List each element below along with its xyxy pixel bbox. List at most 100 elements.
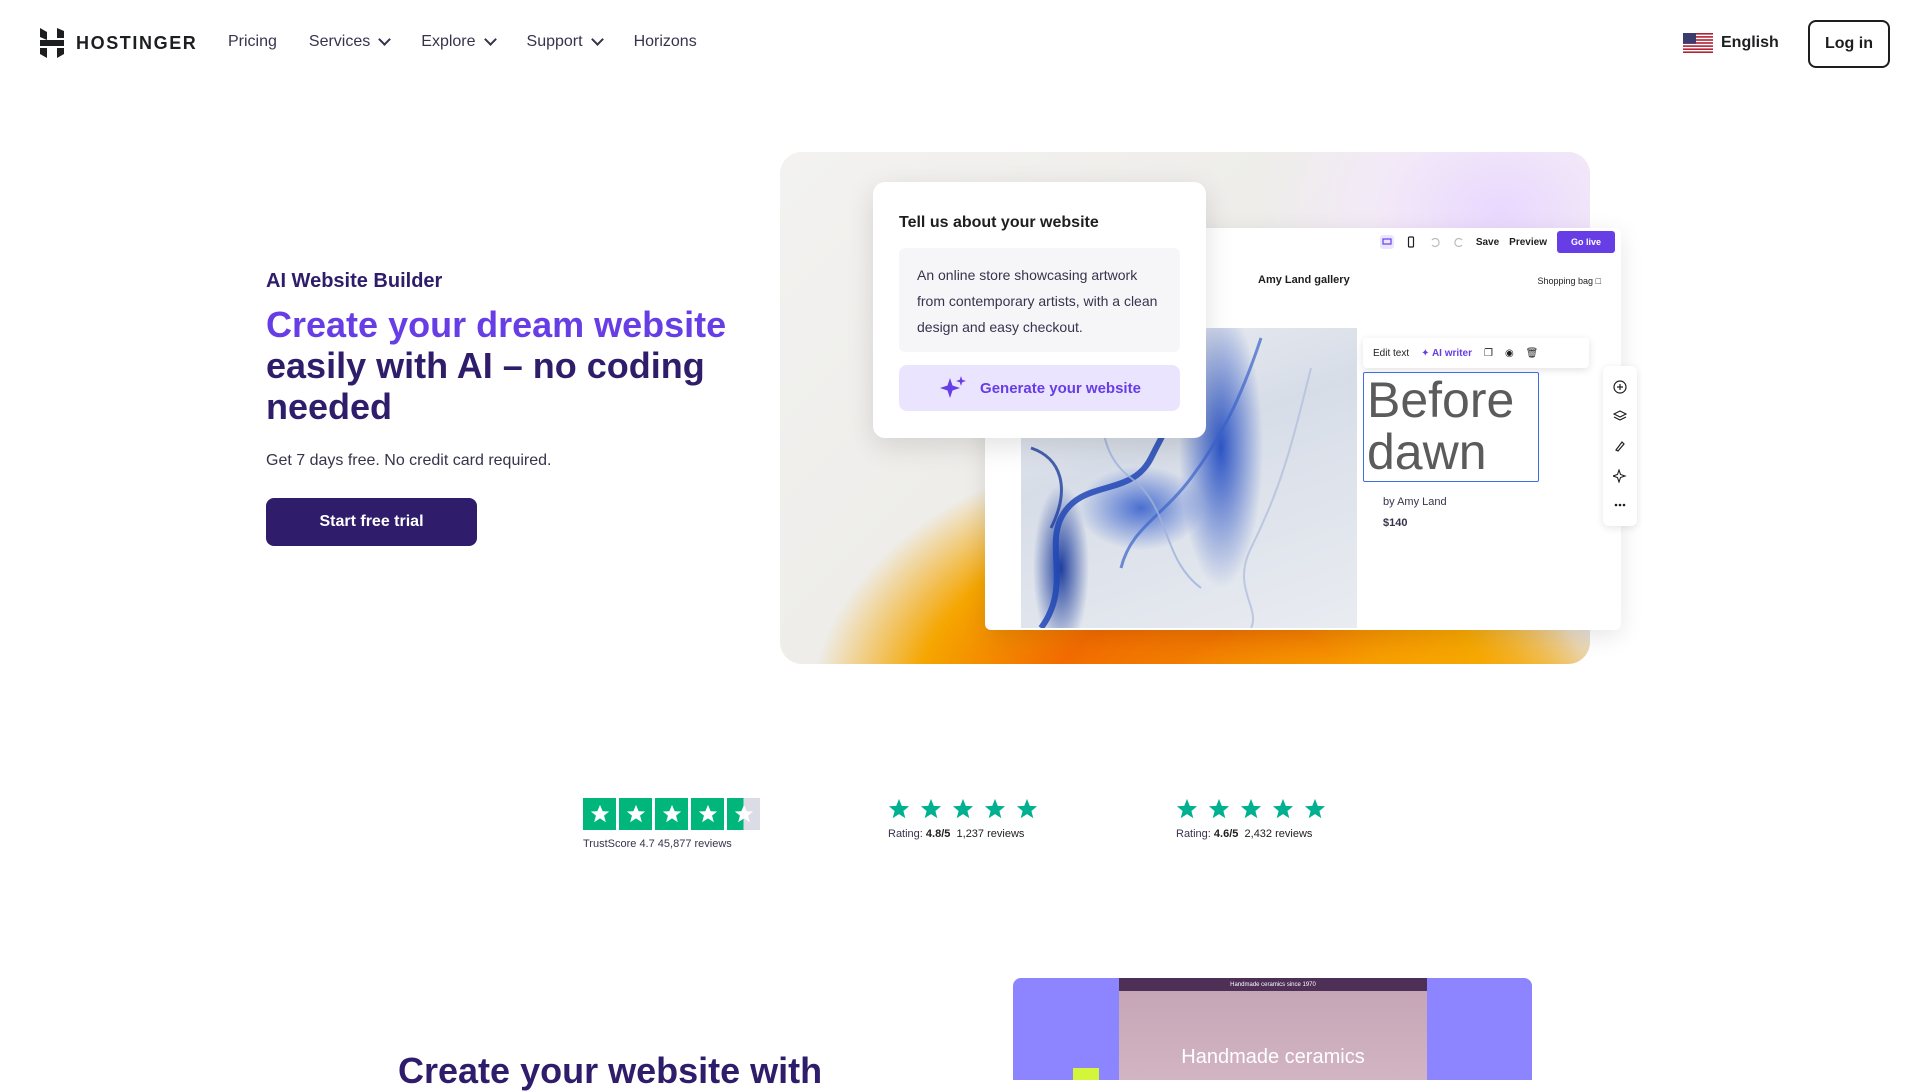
login-button[interactable]: Log in bbox=[1808, 20, 1890, 68]
ai-tools-icon[interactable] bbox=[1613, 468, 1627, 483]
trustscore-label: TrustScore 4.7 bbox=[583, 838, 655, 850]
save-button[interactable]: Save bbox=[1476, 237, 1499, 248]
mobile-icon bbox=[1407, 236, 1414, 248]
headline-rest: easily with AI – no coding needed bbox=[266, 345, 705, 427]
nav-item-pricing[interactable]: Pricing bbox=[228, 33, 277, 51]
nav-item-label: Support bbox=[526, 33, 583, 50]
desktop-icon bbox=[1379, 235, 1394, 249]
brand-name: HOSTINGER bbox=[76, 32, 198, 53]
nav-item-services[interactable]: Services bbox=[308, 33, 392, 51]
trustpilot-stars bbox=[583, 798, 760, 830]
rating-prefix: Rating: bbox=[1176, 828, 1211, 840]
sparkles-icon bbox=[940, 376, 967, 398]
preview-topbar: Handmade ceramics since 1970 bbox=[1119, 978, 1427, 991]
star-icon bbox=[984, 798, 1006, 819]
rating-score: 4.8/5 bbox=[925, 828, 951, 840]
shopping-bag-label: Shopping bag bbox=[1537, 276, 1594, 286]
nav-item-explore[interactable]: Explore bbox=[421, 33, 497, 51]
go-live-button[interactable]: Go live bbox=[1556, 231, 1615, 253]
review-count: 45,877 reviews bbox=[657, 838, 732, 850]
headline-highlight: Create your dream website bbox=[266, 304, 727, 345]
sparkle-icon: ✦ bbox=[1421, 347, 1430, 359]
undo-icon bbox=[1431, 237, 1440, 248]
star-icon bbox=[1272, 798, 1294, 819]
hostinger-logo[interactable]: HOSTINGER bbox=[38, 28, 197, 58]
start-free-trial-button[interactable]: Start free trial bbox=[266, 498, 477, 546]
website-prompt-card: Tell us about your website An online sto… bbox=[873, 182, 1206, 438]
rating-score: 4.6/5 bbox=[1213, 828, 1239, 840]
ceramics-site-preview: Handmade ceramics since 1970 Handmade ce… bbox=[1119, 978, 1427, 1080]
hero-eyebrow: AI Website Builder bbox=[266, 270, 443, 292]
section2-heading: Create your website with bbox=[398, 1050, 823, 1091]
prompt-text-area[interactable]: An online store showcasing artwork from … bbox=[899, 248, 1180, 352]
star-icon bbox=[619, 798, 652, 830]
eye-icon[interactable]: ◉ bbox=[1505, 348, 1514, 359]
styles-icon[interactable] bbox=[1613, 439, 1627, 453]
preview-button[interactable]: Preview bbox=[1509, 237, 1547, 248]
hero-subtext: Get 7 days free. No credit card required… bbox=[266, 452, 552, 469]
star-icon bbox=[691, 798, 724, 830]
editor-side-rail bbox=[1603, 366, 1637, 526]
preview-title: Handmade ceramics bbox=[1181, 1046, 1365, 1068]
artwork-title: Before dawn bbox=[1367, 372, 1515, 480]
nav-item-label: Services bbox=[308, 33, 371, 50]
star-icon bbox=[1304, 798, 1326, 819]
gallery-site-title: Amy Land gallery bbox=[1258, 274, 1350, 286]
redo-icon bbox=[1454, 237, 1463, 248]
rating-text: Rating: 4.6/5 2,432 reviews bbox=[1176, 828, 1326, 840]
trustpilot-score: TrustScore 4.7 45,877 reviews bbox=[583, 838, 760, 850]
chevron-down-icon bbox=[378, 33, 392, 46]
rating-block-3[interactable]: Rating: 4.6/5 2,432 reviews bbox=[1176, 798, 1326, 840]
text-edit-toolbar: Edit text ✦ AI writer ❐ ◉ 🗑 bbox=[1363, 338, 1589, 368]
nav-links: Pricing Services Explore Support Horizon… bbox=[228, 33, 697, 51]
trash-icon[interactable]: 🗑 bbox=[1526, 348, 1539, 359]
language-selector[interactable]: English bbox=[1683, 33, 1779, 53]
hero-headline: Create your dream website easily with AI… bbox=[266, 304, 736, 427]
star-icon bbox=[1176, 798, 1198, 819]
ai-writer-label: AI writer bbox=[1431, 347, 1472, 359]
rating-text: Rating: 4.8/5 1,237 reviews bbox=[888, 828, 1038, 840]
hostinger-logo-icon bbox=[40, 28, 64, 58]
nav-item-label: Explore bbox=[421, 33, 476, 50]
rating-stars bbox=[888, 798, 1038, 820]
duplicate-icon[interactable]: ❐ bbox=[1484, 348, 1493, 359]
artwork-price: $140 bbox=[1383, 517, 1408, 529]
editor-toolbar: Save Preview Go live bbox=[1379, 228, 1621, 256]
template-preview-card: Handmade ceramics since 1970 Handmade ce… bbox=[1013, 978, 1532, 1080]
edit-text-button[interactable]: Edit text bbox=[1373, 348, 1409, 359]
nav-item-support[interactable]: Support bbox=[526, 33, 604, 51]
rating-stars bbox=[1176, 798, 1326, 820]
ai-writer-button[interactable]: ✦ AI writer bbox=[1421, 348, 1472, 359]
nav-item-label: Pricing bbox=[228, 33, 277, 50]
top-navigation: HOSTINGER Pricing Services Explore Suppo… bbox=[0, 0, 1920, 88]
star-icon bbox=[655, 798, 688, 830]
prompt-title: Tell us about your website bbox=[899, 214, 1099, 231]
star-icon bbox=[952, 798, 974, 819]
review-count: 2,432 reviews bbox=[1244, 828, 1313, 840]
star-icon bbox=[888, 798, 910, 819]
half-star-icon bbox=[727, 798, 760, 830]
chevron-down-icon bbox=[483, 33, 497, 46]
language-label: English bbox=[1721, 34, 1779, 51]
star-icon bbox=[583, 798, 616, 830]
ratings-strip: TrustScore 4.7 45,877 reviews Rating: 4.… bbox=[0, 798, 1920, 858]
layers-icon[interactable] bbox=[1613, 409, 1627, 423]
star-icon bbox=[1208, 798, 1230, 819]
rating-prefix: Rating: bbox=[888, 828, 923, 840]
add-section-icon[interactable] bbox=[1613, 380, 1627, 394]
lime-accent-block bbox=[1073, 1068, 1099, 1080]
us-flag-icon bbox=[1683, 33, 1713, 53]
chevron-down-icon bbox=[590, 33, 604, 46]
review-count: 1,237 reviews bbox=[956, 828, 1025, 840]
artist-name: by Amy Land bbox=[1383, 496, 1447, 508]
generate-website-button[interactable]: Generate your website bbox=[899, 365, 1180, 411]
rating-block-2[interactable]: Rating: 4.8/5 1,237 reviews bbox=[888, 798, 1038, 840]
star-icon bbox=[1016, 798, 1038, 819]
more-icon[interactable] bbox=[1613, 498, 1627, 512]
nav-item-horizons[interactable]: Horizons bbox=[634, 33, 697, 51]
nav-item-label: Horizons bbox=[633, 33, 697, 50]
star-icon bbox=[920, 798, 942, 819]
generate-button-label: Generate your website bbox=[980, 379, 1141, 397]
bag-icon: □ bbox=[1595, 276, 1601, 286]
trustpilot-rating[interactable]: TrustScore 4.7 45,877 reviews bbox=[583, 798, 760, 850]
